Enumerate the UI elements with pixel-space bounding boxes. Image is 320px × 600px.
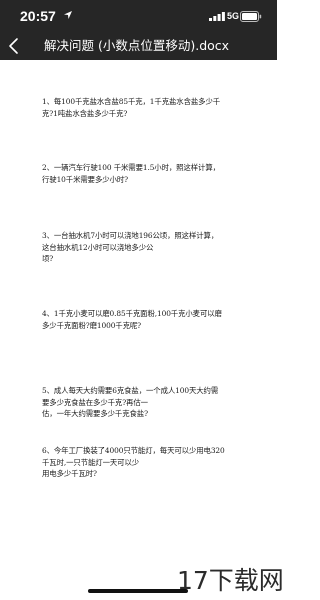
chevron-left-icon[interactable] [6,36,22,56]
network-label: 5G [227,11,240,21]
question-line: 4、1千克小麦可以磨0.85千克面粉,100千克小麦可以磨 [42,309,222,318]
question-5: 5、成人每天大约需要6克食盐，一个成人100天大约需 要多少克食盐在多少千克?再… [42,385,242,420]
status-bar: 20:57 5G [0,0,277,32]
signal-bars-icon [209,12,225,21]
location-arrow-icon [64,11,72,19]
question-line: 5、成人每天大约需要6克食盐，一个成人100天大约需 [42,386,219,395]
question-6: 6、今年工厂换装了4000只节能灯，每天可以少用电320 千瓦时,一只节能灯一天… [42,445,242,480]
home-indicator[interactable] [88,589,188,593]
question-line: 3、一台抽水机7小时可以浇地196公顷，照这样计算， [42,231,219,240]
question-line: 行驶10千米需要多少小时? [42,174,128,184]
question-line: 这台抽水机12小时可以浇地多少公 [42,242,154,252]
site-watermark: 17下载网 [177,566,284,595]
question-line: 2、一辆汽车行驶100 千米需要1.5小时，照这样计算， [42,163,220,172]
question-line: 顷? [42,254,54,263]
question-line: 要多少克食盐在多少千克?再估一 [42,397,148,407]
question-line: 估，一年大约需要多少千克食盐? [42,409,148,418]
question-1: 1、每100千克盐水含盐85千克，1千克盐水含盐多少千 克?1吨盐水含盐多少千克… [42,96,242,119]
battery-icon [240,11,262,22]
document-nav-bar: 解决问题 (小数点位置移动).docx [0,32,277,60]
document-title: 解决问题 (小数点位置移动).docx [44,38,230,53]
status-time: 20:57 [20,8,56,24]
question-line: 1、每100千克盐水含盐85千克，1千克盐水含盐多少千 [42,97,221,106]
question-2: 2、一辆汽车行驶100 千米需要1.5小时，照这样计算， 行驶10千米需要多少小… [42,162,242,185]
question-3: 3、一台抽水机7小时可以浇地196公顷，照这样计算， 这台抽水机12小时可以浇地… [42,230,242,265]
question-line: 用电多少千瓦时? [42,469,97,478]
question-line: 克?1吨盐水含盐多少千克? [42,108,128,118]
question-line: 6、今年工厂换装了4000只节能灯，每天可以少用电320 [42,446,225,455]
question-line: 千瓦时,一只节能灯一天可以少 [42,457,140,467]
document-page[interactable]: 1、每100千克盐水含盐85千克，1千克盐水含盐多少千 克?1吨盐水含盐多少千克… [0,60,277,600]
question-line: 多少千克面粉?磨1000千克呢? [42,320,142,330]
question-4: 4、1千克小麦可以磨0.85千克面粉,100千克小麦可以磨 多少千克面粉?磨10… [42,308,242,331]
